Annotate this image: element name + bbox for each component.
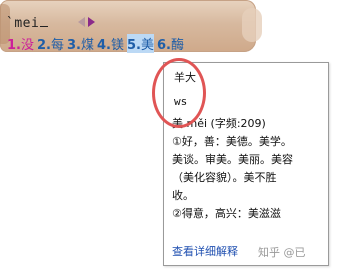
candidate-1[interactable]: 1.没: [7, 34, 34, 53]
candidate-text: 美: [140, 38, 154, 53]
composition-text: `mei: [6, 16, 49, 31]
candidate-number: 6.: [157, 38, 171, 53]
page-arrows: [78, 17, 95, 27]
candidate-2[interactable]: 2.每: [37, 34, 64, 53]
candidate-4[interactable]: 4.镁: [97, 34, 124, 53]
view-details-link[interactable]: 查看详细解释: [172, 243, 238, 261]
candidate-text: 没: [20, 38, 34, 53]
candidate-list: 1.没 2.每 3.煤 4.镁 5.美 6.酶: [7, 34, 187, 53]
watermark: 知乎 @已: [258, 246, 306, 259]
definition-line: 美谈。审美。美丽。美容: [172, 153, 293, 166]
next-page-icon[interactable]: [88, 17, 95, 27]
candidate-text: 煤: [80, 38, 94, 53]
candidate-3[interactable]: 3.煤: [67, 34, 94, 53]
composition-cursor: [40, 26, 49, 27]
ime-candidate-bar: `mei 1.没 2.每 3.煤 4.镁 5.美 6.酶: [0, 0, 262, 53]
definition-line: ②得意，高兴：美滋滋: [172, 207, 281, 220]
candidate-6[interactable]: 6.酶: [157, 34, 184, 53]
prev-page-icon[interactable]: [78, 17, 85, 27]
definition-block: 美 měi (字频:209) ①好，善：美德。美学。 美谈。审美。美丽。美容 （…: [172, 115, 322, 223]
definition-line: 收。: [172, 189, 194, 202]
candidate-text: 镁: [110, 38, 124, 53]
definition-line: （美化容貌）。美不胜: [172, 171, 277, 184]
candidate-text: 每: [50, 38, 64, 53]
candidate-number: 2.: [37, 38, 51, 53]
candidate-number: 1.: [7, 38, 21, 53]
candidate-number: 4.: [97, 38, 111, 53]
candidate-5[interactable]: 5.美: [127, 34, 154, 53]
definition-line: ①好，善：美德。美学。: [172, 135, 292, 148]
candidate-number: 3.: [67, 38, 81, 53]
candidate-number: 5.: [127, 38, 141, 53]
candidate-text: 酶: [170, 38, 184, 53]
composition-string: `mei: [6, 16, 40, 31]
annotation-circle: [152, 58, 206, 128]
